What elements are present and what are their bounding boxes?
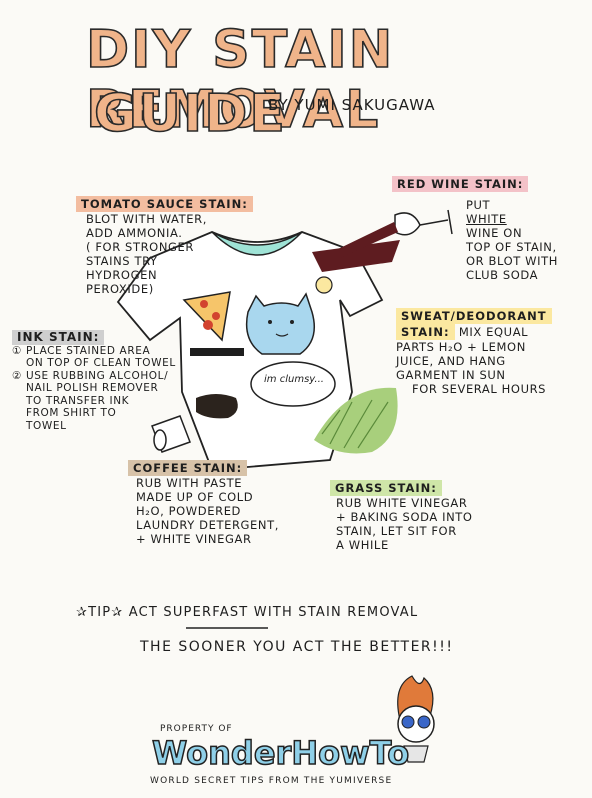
tomato-note4: PEROXIDE) bbox=[86, 282, 154, 296]
sweat-line2: PARTS H₂O + LEMON bbox=[396, 340, 526, 354]
sweat-line4: GARMENT IN SUN bbox=[396, 368, 506, 382]
cat-illustration bbox=[245, 292, 315, 355]
redwine-line1: PUT bbox=[466, 198, 491, 212]
coffee-line4: LAUNDRY DETERGENT, bbox=[136, 518, 280, 532]
grass-line4: A WHILE bbox=[336, 538, 389, 552]
tomato-stain-heading: TOMATO SAUCE STAIN: bbox=[76, 196, 253, 212]
tomato-note1: ( FOR STRONGER bbox=[86, 240, 194, 254]
ink-step2d: FROM SHIRT TO bbox=[26, 407, 117, 419]
redwine-line5: OR BLOT WITH bbox=[466, 254, 558, 268]
tip-label: ✰TIP✰ bbox=[76, 605, 124, 620]
redwine-line2: WHITE bbox=[466, 212, 507, 226]
tomato-line2: ADD AMMONIA. bbox=[86, 226, 183, 240]
sweat-line3: JUICE, AND HANG bbox=[396, 354, 506, 368]
tip-text-b: SUPERFAST bbox=[163, 605, 249, 620]
coffee-line1: RUB WITH PASTE bbox=[136, 476, 243, 490]
footer-tagline: WORLD SECRET TIPS FROM THE YUMIVERSE bbox=[150, 776, 393, 786]
grass-line1: RUB WHITE VINEGAR bbox=[336, 496, 468, 510]
tip-line2: THE SOONER YOU ACT THE BETTER!!! bbox=[140, 639, 454, 655]
tomato-note3: HYDROGEN bbox=[86, 268, 158, 282]
ink-step2e: TOWEL bbox=[26, 419, 67, 432]
coffee-line2: MADE UP OF COLD bbox=[136, 490, 254, 504]
redwine-line6: CLUB SODA bbox=[466, 268, 539, 282]
tip-text-a: ACT bbox=[128, 605, 159, 620]
redwine-stain-heading: RED WINE STAIN: bbox=[392, 176, 529, 192]
redwine-line3: WINE ON bbox=[466, 226, 523, 240]
ink-step1a: ① PLACE STAINED AREA bbox=[12, 344, 151, 357]
coffee-line3: H₂O, POWDERED bbox=[136, 504, 242, 518]
grass-line2: + BAKING SODA INTO bbox=[336, 510, 473, 524]
speech-bubble-text: im clumsy... bbox=[264, 374, 324, 385]
sweat-stain-heading-2: STAIN: bbox=[396, 324, 455, 340]
property-label: PROPERTY OF bbox=[160, 724, 233, 734]
ink-step2b: NAIL POLISH REMOVER bbox=[26, 382, 159, 394]
sweat-stain bbox=[315, 276, 333, 294]
ink-step1b: ON TOP OF CLEAN TOWEL bbox=[26, 357, 176, 369]
coffee-stain-heading: COFFEE STAIN: bbox=[128, 460, 248, 476]
coffee-stain bbox=[196, 394, 238, 419]
ink-step2c: TO TRANSFER INK bbox=[26, 394, 130, 407]
sweat-stain-heading: SWEAT/DEODORANT bbox=[396, 308, 552, 324]
tomato-note2: STAINS TRY bbox=[86, 254, 158, 268]
grass-line3: STAIN, LET SIT FOR bbox=[336, 524, 457, 538]
tomato-line1: BLOT WITH WATER, bbox=[86, 212, 207, 226]
ink-stain-heading: INK STAIN: bbox=[12, 330, 105, 345]
grass-stain-heading: GRASS STAIN: bbox=[330, 480, 442, 496]
sweat-line1: MIX EQUAL bbox=[458, 325, 529, 339]
ink-step2a: ② USE RUBBING ALCOHOL/ bbox=[12, 369, 169, 382]
sweat-line5: FOR SEVERAL HOURS bbox=[412, 382, 547, 396]
brand-logo: WonderHowTo bbox=[151, 733, 410, 773]
redwine-line4: TOP OF STAIN, bbox=[466, 240, 557, 254]
coffee-line5: + WHITE VINEGAR bbox=[136, 532, 252, 546]
tip-text-c: WITH STAIN REMOVAL bbox=[253, 605, 419, 620]
